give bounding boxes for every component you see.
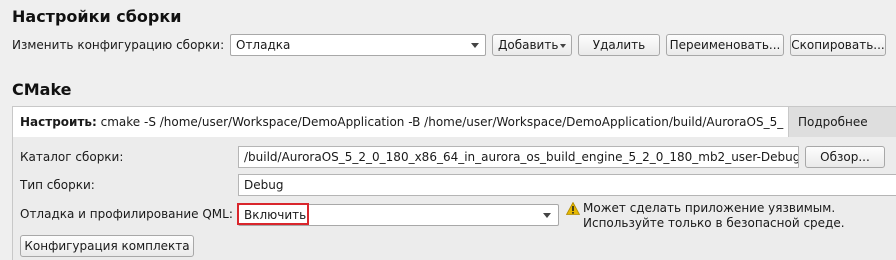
qml-debug-label: Отладка и профилирование QML:: [20, 207, 233, 221]
warning-icon: [566, 202, 580, 215]
delete-config-button[interactable]: Удалить: [578, 34, 660, 56]
build-config-select[interactable]: Отладка: [230, 34, 486, 56]
details-button[interactable]: Подробнее: [788, 107, 896, 137]
rename-config-button[interactable]: Переименовать...: [666, 34, 784, 56]
configure-command: cmake -S /home/user/Workspace/DemoApplic…: [100, 115, 784, 129]
qml-debug-value: Включить: [244, 208, 307, 222]
clone-config-button[interactable]: Скопировать...: [790, 34, 886, 56]
cmake-heading: CMake: [12, 80, 72, 99]
qml-debug-select[interactable]: Включить: [238, 204, 559, 226]
build-dir-field[interactable]: /build/AuroraOS_5_2_0_180_x86_64_in_auro…: [238, 146, 799, 168]
edit-config-label: Изменить конфигурацию сборки:: [12, 38, 225, 52]
build-settings-heading: Настройки сборки: [12, 7, 182, 26]
configure-label: Настроить:: [20, 115, 97, 129]
warning-line-2: Используйте только в безопасной среде.: [583, 216, 845, 230]
kit-config-button[interactable]: Конфигурация комплекта: [20, 235, 194, 257]
chevron-down-icon: [560, 44, 566, 48]
configure-command-line: Настроить: cmake -S /home/user/Workspace…: [13, 107, 788, 137]
build-type-field[interactable]: Debug: [238, 174, 896, 196]
browse-button[interactable]: Обзор...: [805, 146, 885, 168]
add-config-button[interactable]: Добавить: [492, 34, 572, 56]
add-config-label: Добавить: [498, 38, 559, 52]
chevron-down-icon: [471, 43, 479, 48]
build-config-value: Отладка: [236, 38, 291, 52]
warning-line-1: Может сделать приложение уязвимым.: [583, 201, 836, 215]
chevron-down-icon: [543, 213, 551, 218]
build-type-label: Тип сборки:: [20, 178, 95, 192]
build-dir-label: Каталог сборки:: [20, 150, 124, 164]
